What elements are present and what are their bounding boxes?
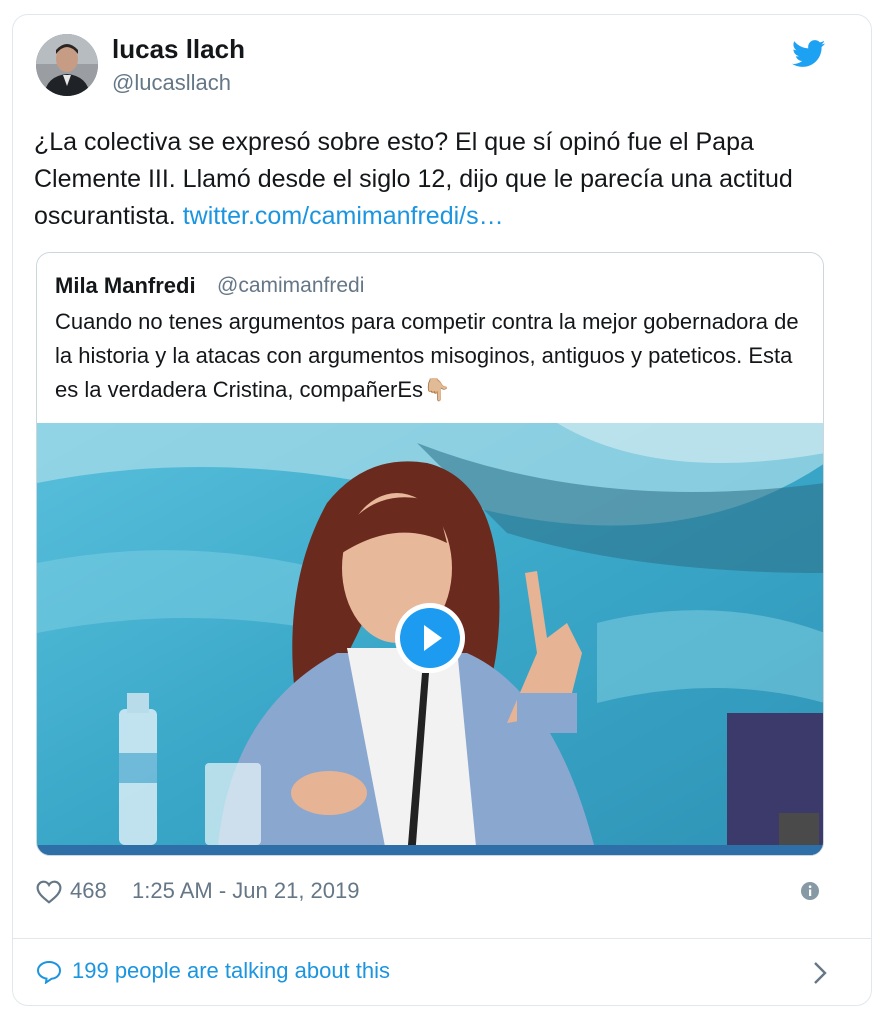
quoted-tweet-link[interactable]: twitter.com/camimanfredi/s… — [183, 202, 504, 230]
play-button-circle[interactable] — [400, 608, 460, 668]
tweet-timestamp[interactable]: 1:25 AM - Jun 21, 2019 — [132, 878, 360, 904]
conversation-link[interactable]: 199 people are talking about this — [36, 956, 836, 990]
twitter-bird-icon[interactable] — [792, 40, 826, 68]
heart-icon[interactable] — [36, 880, 62, 904]
quoted-tweet-text: Cuando no tenes argumentos para competir… — [55, 305, 815, 407]
quoted-author-handle: @camimanfredi — [217, 274, 365, 297]
info-icon[interactable] — [800, 881, 820, 901]
comment-bubble-icon — [36, 960, 62, 985]
pointing-down-emoji: 👇🏼 — [423, 377, 451, 402]
talking-about-text: 199 people are talking about this — [72, 958, 391, 983]
author-handle[interactable]: @lucasllach — [112, 70, 231, 96]
divider — [12, 938, 872, 939]
quoted-author-name: Mila Manfredi — [55, 273, 196, 298]
tweet-meta-row: 468 1:25 AM - Jun 21, 2019 — [36, 876, 836, 908]
play-icon[interactable] — [395, 603, 465, 673]
chevron-right-icon — [812, 960, 828, 986]
tweet-text: ¿La colectiva se expresó sobre esto? El … — [34, 124, 824, 235]
like-count[interactable]: 468 — [70, 878, 107, 904]
quoted-tweet[interactable]: Mila Manfredi @camimanfredi Cuando no te… — [36, 252, 824, 856]
video-thumbnail[interactable] — [37, 423, 823, 855]
author-name[interactable]: lucas llach — [112, 34, 245, 65]
author-avatar[interactable] — [36, 34, 98, 96]
